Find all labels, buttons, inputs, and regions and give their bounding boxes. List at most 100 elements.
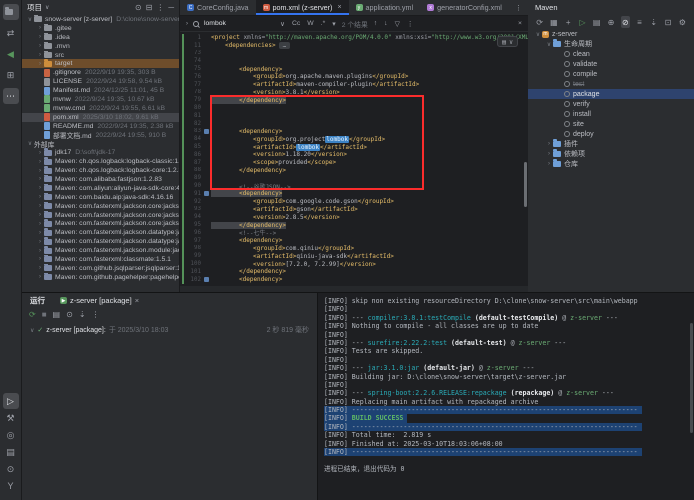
tree-item-mvnw.cmd[interactable]: mvnw.cmd2022/9/24 19:55, 6.61 kB (22, 104, 179, 113)
tab-application.yml[interactable]: yapplication.yml (349, 0, 421, 15)
tab-pom.xml[interactable]: mpom.xml (z-server)× (256, 0, 349, 15)
code-line[interactable]: 90<!--谷歌JSON--> (180, 182, 528, 190)
dependencies-icon[interactable]: ⊕ (606, 16, 615, 28)
run-result-row[interactable]: ∨ ✓ z-server [package]: 于 2025/3/10 18:0… (22, 325, 317, 335)
tree-item-target[interactable]: ›target (22, 59, 179, 68)
maven-item-生命周期[interactable]: ∨生命周期 (528, 39, 694, 49)
tree-item-manifest.md[interactable]: Manifest.md2024/12/25 11:01, 45 B (22, 86, 179, 95)
tree-item-mavencom.fasterxmlclassmate1.5.1[interactable]: ›Maven: com.fasterxml:classmate:1.5.1 (22, 255, 179, 264)
console-scrollbar[interactable] (690, 323, 693, 433)
previous-occurrence-icon[interactable]: ↑ (373, 20, 378, 27)
close-find-icon[interactable]: × (518, 20, 522, 27)
download-sources-icon[interactable]: ⇣ (649, 16, 658, 28)
code-line[interactable]: 91<dependency> (180, 190, 528, 198)
structure-icon[interactable]: ⊞ (3, 67, 19, 83)
close-tab-icon[interactable]: × (337, 4, 341, 11)
hide-panel-icon[interactable]: ─ (168, 3, 174, 12)
maven-item-package[interactable]: package (528, 89, 694, 99)
tab-CoreConfig.java[interactable]: CCoreConfig.java (180, 0, 256, 15)
options-icon[interactable]: ⋮ (156, 3, 164, 12)
run-tab[interactable]: ▶ z-server [package] × (53, 293, 146, 308)
code-line[interactable]: 99<artifactId>qiniu-java-sdk</artifactId… (180, 252, 528, 260)
chevron-right-icon[interactable]: › (186, 21, 188, 27)
maven-item-install[interactable]: install (528, 109, 694, 119)
maven-item-deploy[interactable]: deploy (528, 129, 694, 139)
code-line[interactable]: 74 (180, 57, 528, 65)
search-input[interactable]: lombok (204, 20, 274, 27)
rerun-icon[interactable]: ⟳ (29, 310, 36, 319)
maven-item-插件[interactable]: ›插件 (528, 139, 694, 149)
tree-item-mavencom.baidu.aipjava-sdk4.16.16[interactable]: ›Maven: com.baidu.aip:java-sdk:4.16.16 (22, 193, 179, 202)
code-line[interactable]: 93<artifactId>gson</artifactId> (180, 206, 528, 214)
pin-icon[interactable]: ⊙ (66, 310, 73, 319)
code-line[interactable]: 79</dependency> (180, 96, 528, 104)
code-line[interactable]: 102<dependency> (180, 276, 528, 284)
maven-item-validate[interactable]: validate (528, 59, 694, 69)
code-line[interactable]: 83<dependency> (180, 128, 528, 136)
tree-item-mavencom.github.jsqlparserjsqlparser1.0[interactable]: ›Maven: com.github.jsqlparser:jsqlparser… (22, 264, 179, 273)
tree-item-mavencom.fasterxml.jackson.datatypejackson-datatype-jsr310[interactable]: ›Maven: com.fasterxml.jackson.datatype:j… (22, 237, 179, 246)
run-icon[interactable]: ▷ (3, 393, 19, 409)
run-build-icon[interactable]: ▷ (578, 16, 587, 28)
match-case-toggle[interactable]: Cc (291, 20, 301, 27)
tree-item-license[interactable]: LICENSE2022/9/24 19:58, 9.54 kB (22, 77, 179, 86)
tree-item-mavencom.fasterxml.jackson.corejackson-databind2.10.3[interactable]: ›Maven: com.fasterxml.jackson.core:jacks… (22, 219, 179, 228)
maven-item-clean[interactable]: clean (528, 49, 694, 59)
build-console[interactable]: [INFO] skip non existing resourceDirecto… (318, 293, 694, 500)
problems-icon[interactable]: ⊙ (3, 461, 19, 477)
maven-item-verify[interactable]: verify (528, 99, 694, 109)
tree-item-mavencom.alibabafastjson1.2.83[interactable]: ›Maven: com.alibaba:fastjson:1.2.83 (22, 175, 179, 184)
tree-item-.gitee[interactable]: ›.gitee (22, 24, 179, 33)
tree-item-mavencom.fasterxml.jackson.corejackson-core2.10.3[interactable]: ›Maven: com.fasterxml.jackson.core:jacks… (22, 211, 179, 220)
more-options-icon[interactable]: ▾ (331, 20, 336, 28)
regex-toggle[interactable]: .* (320, 20, 327, 27)
settings-icon[interactable]: ⚙ (678, 16, 687, 28)
tree-item-.gitignore[interactable]: .gitignore2022/9/19 19:35, 303 B (22, 68, 179, 77)
next-occurrence-icon[interactable]: ↓ (383, 20, 388, 27)
project-panel-title[interactable]: 项目 (27, 2, 42, 13)
filter-icon[interactable]: ▽ (394, 20, 401, 28)
tree-item-mavencom.fasterxml.jackson.datatypejackson-datatype-jdk8[interactable]: ›Maven: com.fasterxml.jackson.datatype:j… (22, 228, 179, 237)
profiles-icon[interactable]: ▤ (592, 16, 601, 28)
code-line[interactable]: 76<groupId>org.apache.maven.plugins</gro… (180, 73, 528, 81)
tree-item-mavencom.fasterxml.jackson.modulejackson-module-parameter[interactable]: ›Maven: com.fasterxml.jackson.module:jac… (22, 246, 179, 255)
maven-item-compile[interactable]: compile (528, 69, 694, 79)
editor-scrollbar[interactable] (524, 162, 527, 207)
tree-item-.idea[interactable]: ›.idea (22, 33, 179, 42)
code-line[interactable]: 100<version>[7.2.0, 7.2.99]</version> (180, 260, 528, 268)
maven-item-依赖项[interactable]: ›依赖项 (528, 149, 694, 159)
add-profile-icon[interactable]: + (564, 16, 573, 28)
code-line[interactable]: 78<version>3.8.1</version> (180, 89, 528, 97)
code-line[interactable]: 75<dependency> (180, 65, 528, 73)
expand-panel-icon[interactable]: ⊡ (663, 16, 672, 28)
more-icon[interactable]: ⋮ (92, 310, 100, 319)
tree-item-readme.md[interactable]: README.md2022/9/24 19:35, 2.38 kB (22, 122, 179, 131)
tree-item-pom.xml[interactable]: pom.xml2025/3/10 18:02, 9.61 kB (22, 113, 179, 122)
code-line[interactable]: 80 (180, 104, 528, 112)
scroll-to-end-icon[interactable]: ⇣ (79, 310, 86, 319)
code-line[interactable]: 95</dependency> (180, 221, 528, 229)
collapse-all-icon[interactable]: ≡ (635, 16, 644, 28)
whole-words-toggle[interactable]: W (306, 20, 314, 27)
close-tab-icon[interactable]: × (135, 296, 139, 305)
tree-item-mavench.qos.logbacklogback-classic1.2.3[interactable]: ›Maven: ch.qos.logback:logback-classic:1… (22, 157, 179, 166)
more-tools-icon[interactable]: ⋯ (3, 88, 19, 104)
maven-item-site[interactable]: site (528, 119, 694, 129)
maven-item-z-server[interactable]: ∨mz-server (528, 29, 694, 39)
code-line[interactable]: 88</dependency> (180, 167, 528, 175)
code-line[interactable]: 98<groupId>com.qiniu</groupId> (180, 245, 528, 253)
tab-list-menu-icon[interactable]: ⋮ (509, 0, 528, 15)
code-line[interactable]: 87<scope>provided</scope> (180, 159, 528, 167)
collapse-all-icon[interactable]: ⊟ (146, 3, 153, 12)
tree-item-mvnw[interactable]: mvnw2022/9/24 19:35, 10.67 kB (22, 95, 179, 104)
code-line[interactable]: 77<artifactId>maven-compiler-plugin</art… (180, 81, 528, 89)
tree-item-src[interactable]: ›src (22, 51, 179, 60)
editor-options-widget[interactable]: ▤ ∨ (497, 36, 518, 47)
code-line[interactable]: 73 (180, 50, 528, 58)
locate-file-icon[interactable]: ⊙ (135, 3, 142, 12)
code-line[interactable]: 85<artifactId>lombok</artifactId> (180, 143, 528, 151)
pull-requests-icon[interactable]: ◀ (3, 46, 19, 62)
debug-icon[interactable]: ◎ (3, 427, 19, 443)
code-line[interactable]: 96<!--七牛--> (180, 229, 528, 237)
code-editor[interactable]: ▤ ∨ 1<project xmlns="http://maven.apache… (180, 32, 528, 292)
